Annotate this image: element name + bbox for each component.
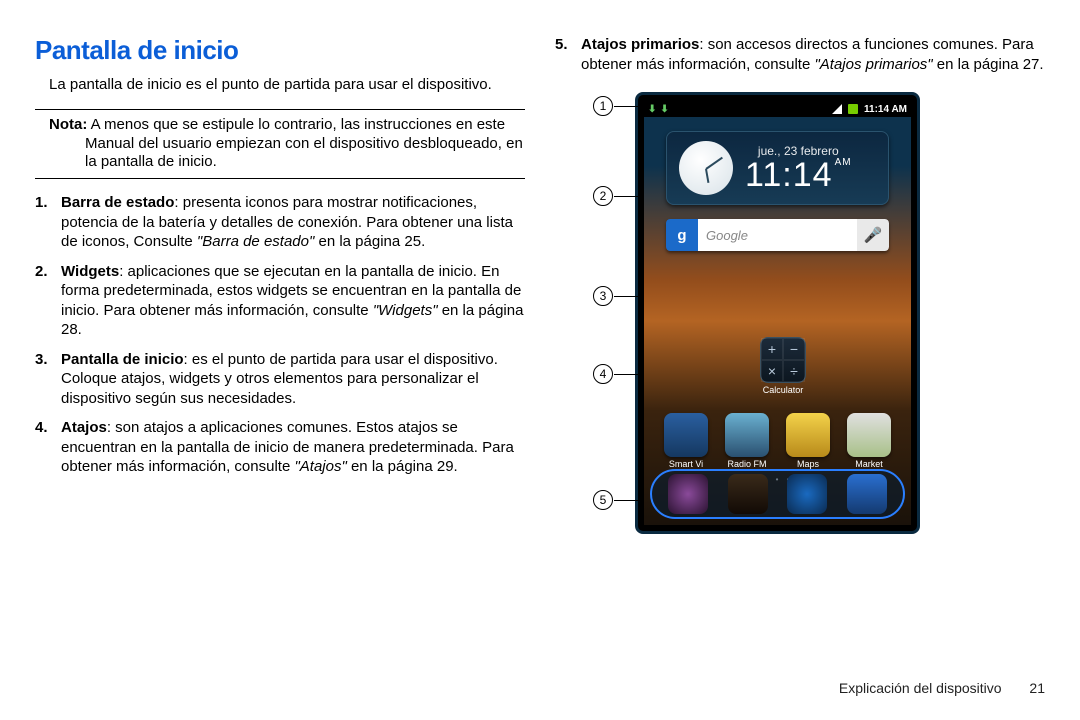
- download-icon: ⬇: [660, 104, 668, 115]
- item-number: 4.: [35, 418, 48, 438]
- clock-widget: jue., 23 febrero 11:14AM: [666, 131, 889, 205]
- item-number: 1.: [35, 193, 48, 213]
- search-widget: g Google 🎤: [666, 219, 889, 251]
- page-title: Pantalla de inicio: [35, 35, 525, 66]
- phone-mockup: ⬇ ⬇ 11:14 AM jue., 23 febrero 11:14AM: [635, 92, 920, 534]
- note-label: Nota:: [49, 116, 87, 133]
- callout-4: 4: [593, 364, 613, 384]
- item-number: 3.: [35, 350, 48, 370]
- item-tail: en la página 25.: [314, 233, 425, 250]
- shortcut-item: Market: [839, 413, 899, 469]
- item-tail: en la página 29.: [347, 458, 458, 475]
- shortcut-label: Market: [839, 459, 899, 469]
- shortcut-item: Maps: [778, 413, 838, 469]
- item-number: 5.: [555, 35, 568, 55]
- item-ref: "Atajos primarios": [814, 56, 932, 73]
- shortcut-label: Maps: [778, 459, 838, 469]
- item-label: Atajos: [61, 419, 107, 436]
- clock-date: jue., 23 febrero: [745, 144, 852, 158]
- clock-icon: [679, 141, 733, 195]
- app-icon: [725, 413, 769, 457]
- footer: Explicación del dispositivo 21: [839, 680, 1045, 696]
- item-list-left: 1. Barra de estado: presenta iconos para…: [35, 193, 525, 477]
- item-ref: "Barra de estado": [197, 233, 314, 250]
- shortcut-label: Radio FM: [717, 459, 777, 469]
- calculator-label: Calculator: [748, 385, 818, 395]
- primary-shortcuts-dock: [650, 469, 905, 519]
- shortcut-item: Radio FM: [717, 413, 777, 469]
- item-label: Pantalla de inicio: [61, 351, 184, 368]
- clock-time: 11:14AM: [745, 158, 852, 192]
- note-block: Nota: A menos que se estipule lo contrar…: [35, 109, 525, 179]
- dock-video-icon: [728, 474, 768, 514]
- dock-music-icon: [668, 474, 708, 514]
- list-item: 2. Widgets: aplicaciones que se ejecutan…: [61, 262, 525, 340]
- app-icon: [664, 413, 708, 457]
- home-screen: jue., 23 febrero 11:14AM g Google 🎤 +−×÷…: [644, 117, 911, 525]
- dock-apps-icon: [847, 474, 887, 514]
- mic-icon: 🎤: [857, 219, 889, 251]
- list-item: 4. Atajos: son atajos a aplicaciones com…: [61, 418, 525, 477]
- page-number: 21: [1029, 680, 1045, 696]
- battery-icon: [848, 104, 858, 114]
- list-item: 3. Pantalla de inicio: es el punto de pa…: [61, 350, 525, 409]
- download-icon: ⬇: [648, 104, 656, 115]
- note-text: A menos que se estipule lo contrario, la…: [85, 116, 523, 171]
- list-item: 5. Atajos primarios: son accesos directo…: [555, 35, 1045, 74]
- figure: 1 2 3 4 5 ⬇ ⬇ 11:14 AM: [555, 92, 1045, 534]
- app-icon: [786, 413, 830, 457]
- callout-2: 2: [593, 186, 613, 206]
- intro-text: La pantalla de inicio es el punto de par…: [49, 76, 525, 95]
- callout-5: 5: [593, 490, 613, 510]
- item-label: Atajos primarios: [581, 36, 699, 53]
- item-tail: en la página 27.: [933, 56, 1044, 73]
- shortcut-row: Smart Vi Radio FM Maps Market: [656, 413, 899, 469]
- item-ref: "Widgets": [373, 302, 438, 319]
- list-item: 1. Barra de estado: presenta iconos para…: [61, 193, 525, 252]
- callout-3: 3: [593, 286, 613, 306]
- item-ref: "Atajos": [294, 458, 346, 475]
- status-time: 11:14 AM: [864, 104, 907, 115]
- search-placeholder: Google: [698, 219, 857, 251]
- status-bar: ⬇ ⬇ 11:14 AM: [644, 101, 911, 117]
- signal-icon: [832, 104, 842, 114]
- item-label: Widgets: [61, 263, 119, 280]
- footer-section: Explicación del dispositivo: [839, 680, 1002, 696]
- google-icon: g: [666, 219, 698, 251]
- callout-1: 1: [593, 96, 613, 116]
- callouts: 1 2 3 4 5: [593, 92, 629, 534]
- item-number: 2.: [35, 262, 48, 282]
- shortcut-item: Smart Vi: [656, 413, 716, 469]
- shortcut-label: Smart Vi: [656, 459, 716, 469]
- dock-browser-icon: [787, 474, 827, 514]
- calculator-widget: +−×÷: [760, 337, 806, 383]
- app-icon: [847, 413, 891, 457]
- item-label: Barra de estado: [61, 194, 174, 211]
